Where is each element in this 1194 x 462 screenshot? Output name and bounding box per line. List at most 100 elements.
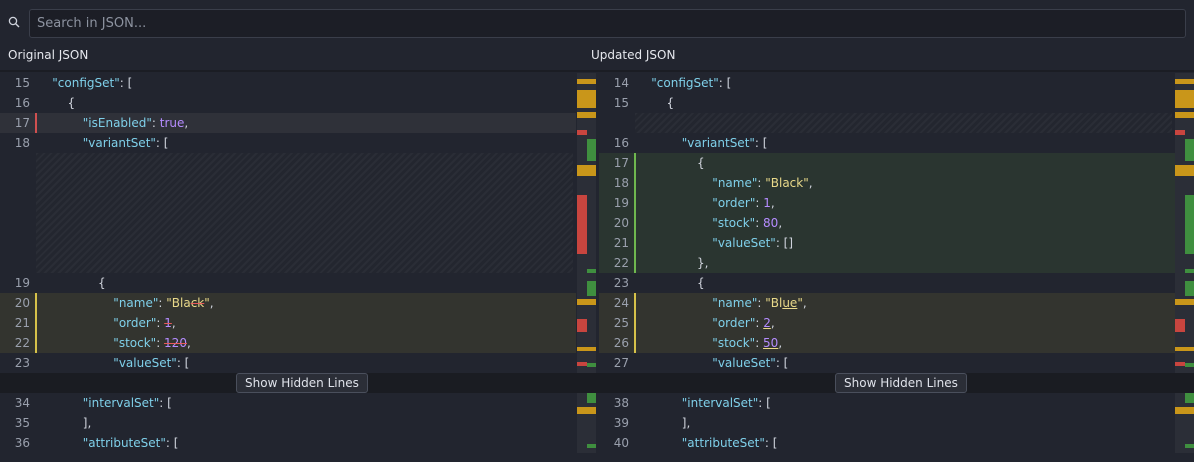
updated-diff-minimap[interactable] xyxy=(1175,73,1194,453)
json-key: "name" xyxy=(712,176,758,190)
removed-text: ck xyxy=(190,296,205,310)
line-number: 16 xyxy=(613,136,629,150)
original-json-pane: 15 "configSet": [16 {17 "isEnabled": tru… xyxy=(0,73,576,453)
original-diff-minimap[interactable] xyxy=(577,73,596,453)
removed-number: 1 xyxy=(164,316,172,330)
line-number: 15 xyxy=(14,76,30,90)
punctuation: , xyxy=(209,296,214,310)
minimap-change-mark xyxy=(1175,319,1185,332)
show-hidden-lines-button-right[interactable]: Show Hidden Lines xyxy=(835,373,967,393)
json-key: "configSet" xyxy=(52,76,120,90)
code-text: "valueSet": [ xyxy=(636,353,788,373)
punctuation: , xyxy=(184,116,189,130)
line-number: 15 xyxy=(613,96,629,110)
code-line: 17 { xyxy=(599,153,1175,173)
code-text: { xyxy=(37,93,76,113)
json-key: "attributeSet" xyxy=(82,436,166,450)
code-line: 19 { xyxy=(0,273,576,293)
line-number: 20 xyxy=(14,296,30,310)
punctuation: , xyxy=(186,336,191,350)
json-key: "name" xyxy=(113,296,159,310)
json-key: "variantSet" xyxy=(681,136,755,150)
line-number: 17 xyxy=(613,156,629,170)
minimap-change-mark xyxy=(577,347,596,351)
minimap-change-mark xyxy=(1175,165,1194,176)
code-line: 18 "variantSet": [ xyxy=(0,133,576,153)
punctuation: { xyxy=(67,96,76,110)
json-key: "name" xyxy=(712,296,758,310)
added-text: ue xyxy=(782,296,798,310)
line-number: 24 xyxy=(613,296,629,310)
minimap-change-mark xyxy=(577,195,587,254)
code-line: 15 "configSet": [ xyxy=(0,73,576,93)
minimap-change-mark xyxy=(1175,362,1185,366)
code-line: 22 "stock": 120, xyxy=(0,333,576,353)
json-key: "variantSet" xyxy=(82,136,156,150)
minimap-change-mark xyxy=(1175,347,1194,351)
show-hidden-lines-button-left[interactable]: Show Hidden Lines xyxy=(236,373,368,393)
line-number: 26 xyxy=(613,336,629,350)
json-number: 1 xyxy=(763,196,771,210)
line-number: 34 xyxy=(14,396,30,410)
search-bar xyxy=(0,0,1194,44)
code-line: 16 { xyxy=(0,93,576,113)
code-text: "isEnabled": true, xyxy=(37,113,188,133)
punctuation: : xyxy=(755,216,764,230)
punctuation: : xyxy=(151,116,160,130)
code-line: 25 "order": 2, xyxy=(599,313,1175,333)
punctuation: : [ xyxy=(155,136,169,150)
minimap-change-mark xyxy=(587,139,596,161)
punctuation: , xyxy=(778,336,783,350)
line-number: 20 xyxy=(613,216,629,230)
punctuation: ], xyxy=(82,416,92,430)
code-line: 15 { xyxy=(599,93,1175,113)
code-text: "configSet": [ xyxy=(636,73,731,93)
code-text: "configSet": [ xyxy=(37,73,132,93)
json-key: "intervalSet" xyxy=(82,396,160,410)
json-key: "configSet" xyxy=(651,76,719,90)
minimap-change-mark xyxy=(1185,363,1194,367)
search-field[interactable] xyxy=(29,9,1186,38)
code-text: "valueSet": [ xyxy=(37,353,189,373)
search-input[interactable] xyxy=(30,10,1185,37)
line-number: 38 xyxy=(613,396,629,410)
code-line: 14 "configSet": [ xyxy=(599,73,1175,93)
code-text: "order": 1, xyxy=(636,193,775,213)
punctuation: : [ xyxy=(119,76,133,90)
punctuation: : [ xyxy=(758,396,771,410)
punctuation: { xyxy=(98,276,106,290)
json-key: "valueSet" xyxy=(712,356,776,370)
line-number: 22 xyxy=(613,256,629,270)
punctuation: , xyxy=(770,196,775,210)
minimap-change-mark xyxy=(577,319,587,332)
minimap-change-mark xyxy=(1185,269,1194,273)
code-line: 17 "isEnabled": true, xyxy=(0,113,576,133)
punctuation: }, xyxy=(697,256,709,270)
line-number: 39 xyxy=(613,416,629,430)
updated-pane-title: Updated JSON xyxy=(591,48,676,62)
json-string: "Black" xyxy=(765,176,809,190)
json-key: "stock" xyxy=(712,216,756,230)
code-text: "valueSet": [] xyxy=(636,233,793,253)
code-text: "variantSet": [ xyxy=(636,133,768,153)
json-boolean: true xyxy=(159,116,185,130)
diff-filler xyxy=(635,113,1172,133)
code-line: 23 "valueSet": [ xyxy=(0,353,576,373)
json-key: "order" xyxy=(712,196,756,210)
line-number: 19 xyxy=(613,196,629,210)
punctuation: , xyxy=(171,316,176,330)
minimap-change-mark xyxy=(1185,281,1194,296)
minimap-change-mark xyxy=(1175,299,1194,305)
json-key: "valueSet" xyxy=(113,356,177,370)
punctuation: : xyxy=(755,336,764,350)
code-line: 21 "order": 1, xyxy=(0,313,576,333)
line-number: 18 xyxy=(14,136,30,150)
